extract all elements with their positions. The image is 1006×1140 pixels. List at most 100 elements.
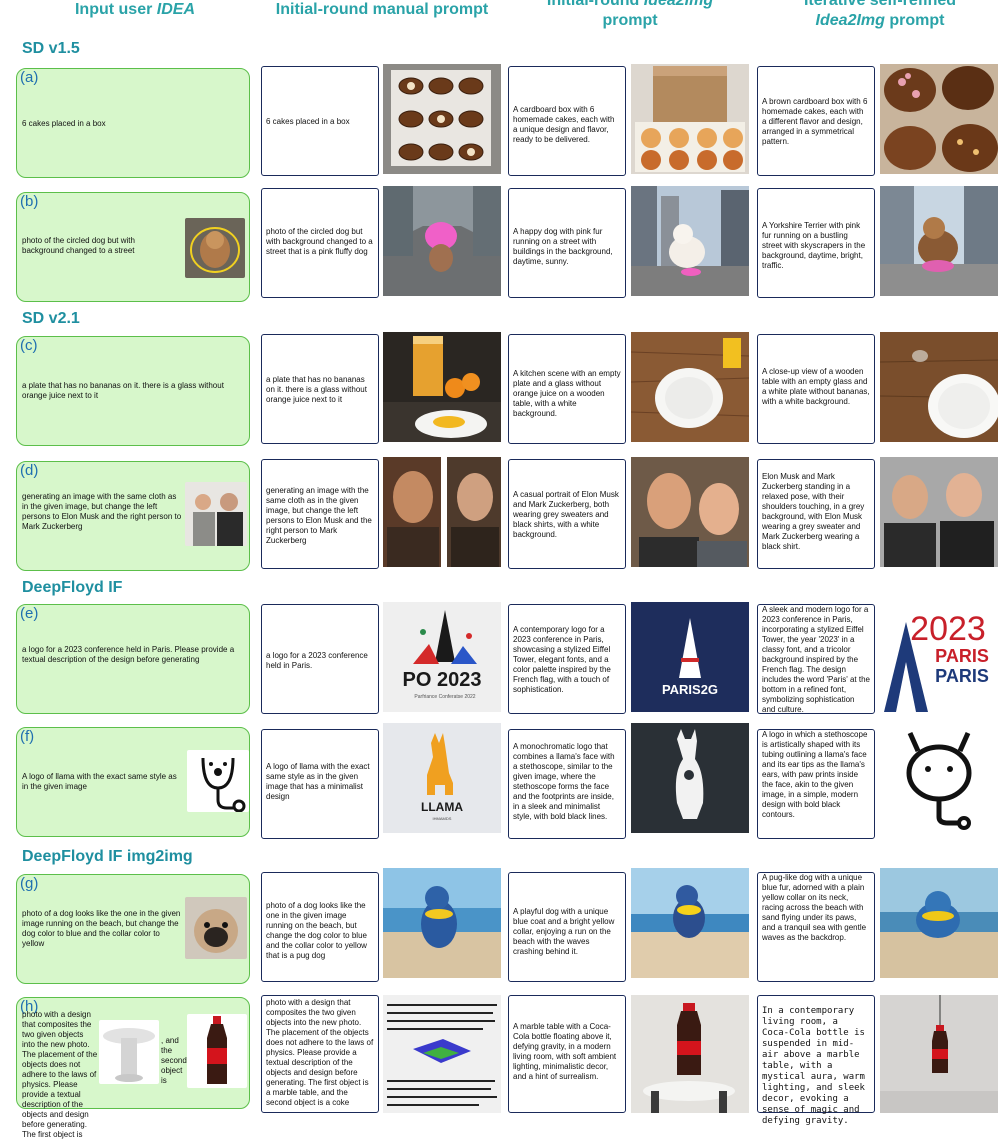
refined-prompt-c: A close-up view of a wooden table with a… [757,334,875,444]
header-input-idea: Input user IDEA [40,0,230,20]
idea-box-h: (h) photo with a design that composites … [16,997,250,1139]
initial-prompt-a: A cardboard box with 6 homemade cakes, e… [508,66,626,176]
manual-text: photo of a dog looks like the one in the… [266,901,367,960]
manual-text: generating an image with the same cloth … [266,486,372,545]
orange-juice-plate-image [383,332,501,442]
refined-prompt-f: A logo in which a stethoscope is artisti… [757,729,875,839]
idea-box-a: (a) 6 cakes placed in a box [16,68,250,178]
refined-text: Elon Musk and Mark Zuckerberg standing i… [762,472,865,551]
initial-prompt-c: A kitchen scene with an empty plate and … [508,334,626,444]
initial-image-a [631,64,749,174]
initial-image-h [631,995,749,1113]
portrait-right-image [447,457,501,567]
portrait-left-image [383,457,441,567]
manual-image-d-left [383,457,441,567]
initial-text: A happy dog with pink fur running on a s… [513,227,613,266]
llama-stethoscope-dark-image [631,723,749,833]
musk-zuckerberg-grey-image [880,457,998,567]
suspended-coke-image [880,995,998,1113]
row-label: (f) [20,728,35,745]
yorkie-street-image [880,186,998,296]
circled-dog-thumbnail [185,218,245,278]
manual-text: a logo for a 2023 conference held in Par… [266,651,368,670]
manual-text: 6 cakes placed in a box [266,117,350,126]
llama-logo-image: LLAMA IHMAMDS [383,723,501,833]
idea-box-c: (c) a plate that has no bananas on it. t… [16,336,250,446]
blue-dog-beach-image [383,868,501,978]
manual-image-c [383,332,501,442]
manual-text: a plate that has no bananas on it. there… [266,375,367,404]
paris-logo-text: PARIS2G [662,682,718,697]
header-initial-prompt: Initial-round Idea2Img prompt [515,0,745,31]
refined-text: A logo in which a stethoscope is artisti… [762,730,868,819]
row-label: (g) [20,875,39,892]
refined-image-a [880,64,998,174]
initial-prompt-h: A marble table with a Coca-Cola bottle f… [508,995,626,1113]
header-text: Iterative self-refined [803,0,957,9]
refined-text: A Yorkshire Terrier with pink fur runnin… [762,221,866,270]
idea-text: generating an image with the same cloth … [22,492,182,531]
refined-text: A sleek and modern logo for a 2023 confe… [762,605,870,714]
section-sd21: SD v2.1 [22,310,80,327]
blue-pug-beach-image [880,868,998,978]
idea-box-e: (e) a logo for a 2023 conference held in… [16,604,250,714]
refined-image-e: 2023 PARIS PARIS [880,602,998,712]
manual-image-e: PO 2023 Parfriance Conferatse 2022 [383,602,501,712]
initial-prompt-f: A monochromatic logo that combines a lla… [508,729,626,839]
empty-plate-wood-image [631,332,749,442]
two-persons-thumbnail [185,482,247,546]
musk-zuckerberg-portrait-image [631,457,749,567]
refined-image-b [880,186,998,296]
manual-image-g [383,868,501,978]
header-italic: IDEA [156,1,195,18]
big-paris-red-text: PARIS [935,646,989,666]
initial-prompt-g: A playful dog with a unique blue coat an… [508,872,626,982]
refined-text: A brown cardboard box with 6 homemade ca… [762,97,868,146]
refined-image-d [880,457,998,567]
idea-text: photo of the circled dog but with backgr… [22,236,135,255]
initial-prompt-d: A casual portrait of Elon Musk and Mark … [508,459,626,569]
header-italic: Idea2Img [815,12,885,29]
header-manual-prompt: Initial-round manual prompt [262,0,502,20]
cardboard-box-cakes-image [631,64,749,174]
initial-text: A kitchen scene with an empty plate and … [513,369,621,418]
manual-prompt-h: photo with a design that composites the … [261,995,379,1113]
idea-text: a plate that has no bananas on it. there… [22,381,224,400]
idea-box-d: (d) generating an image with the same cl… [16,461,250,571]
idea-box-b: (b) photo of the circled dog but with ba… [16,192,250,302]
header-italic: Idea2Img [643,0,714,9]
eiffel-logo-navy-image: PARIS2G [631,602,749,712]
refined-prompt-h: In a contemporary living room, a Coca-Co… [757,995,875,1126]
initial-image-d [631,457,749,567]
pink-dog-street-image [383,186,501,296]
idea-text: A logo of llama with the exact same styl… [22,772,177,791]
row-label: (b) [20,193,39,210]
llama-sub-text: IHMAMDS [433,816,452,821]
po2023-text: PO 2023 [403,669,482,691]
refined-prompt-g: A pug-like dog with a unique blue fur, a… [757,872,875,982]
idea-text: photo with a design that composites the … [22,1010,98,1139]
manual-prompt-d: generating an image with the same cloth … [261,459,379,569]
playful-blue-dog-image [631,868,749,978]
refined-prompt-e: A sleek and modern logo for a 2023 confe… [757,604,875,714]
manual-prompt-g: photo of a dog looks like the one in the… [261,872,379,982]
manual-text: photo of the circled dog but with backgr… [266,227,373,256]
refined-text: A pug-like dog with a unique blue fur, a… [762,873,867,942]
initial-image-c [631,332,749,442]
idea-box-f: (f) A logo of llama with the exact same … [16,727,250,837]
section-deepfloyd-img2img: DeepFloyd IF img2img [22,848,193,865]
idea-box-g: (g) photo of a dog looks like the one in… [16,874,250,984]
marble-table-thumbnail [99,1020,159,1084]
header-text: prompt [602,12,658,29]
manual-prompt-f: A logo of llama with the exact same styl… [261,729,379,839]
coke-bottle-thumbnail [187,1014,247,1088]
refined-prompt-d: Elon Musk and Mark Zuckerberg standing i… [757,459,875,569]
row-label: (a) [20,69,39,86]
refined-image-f [880,723,998,833]
row-label: (c) [20,337,38,354]
header-text: Initial-round manual prompt [275,1,489,18]
initial-text: A monochromatic logo that combines a lla… [513,742,615,821]
big-paris-blue-text: PARIS [935,666,989,686]
manual-image-f: LLAMA IHMAMDS [383,723,501,833]
po2023-logo-image: PO 2023 Parfriance Conferatse 2022 [383,602,501,712]
